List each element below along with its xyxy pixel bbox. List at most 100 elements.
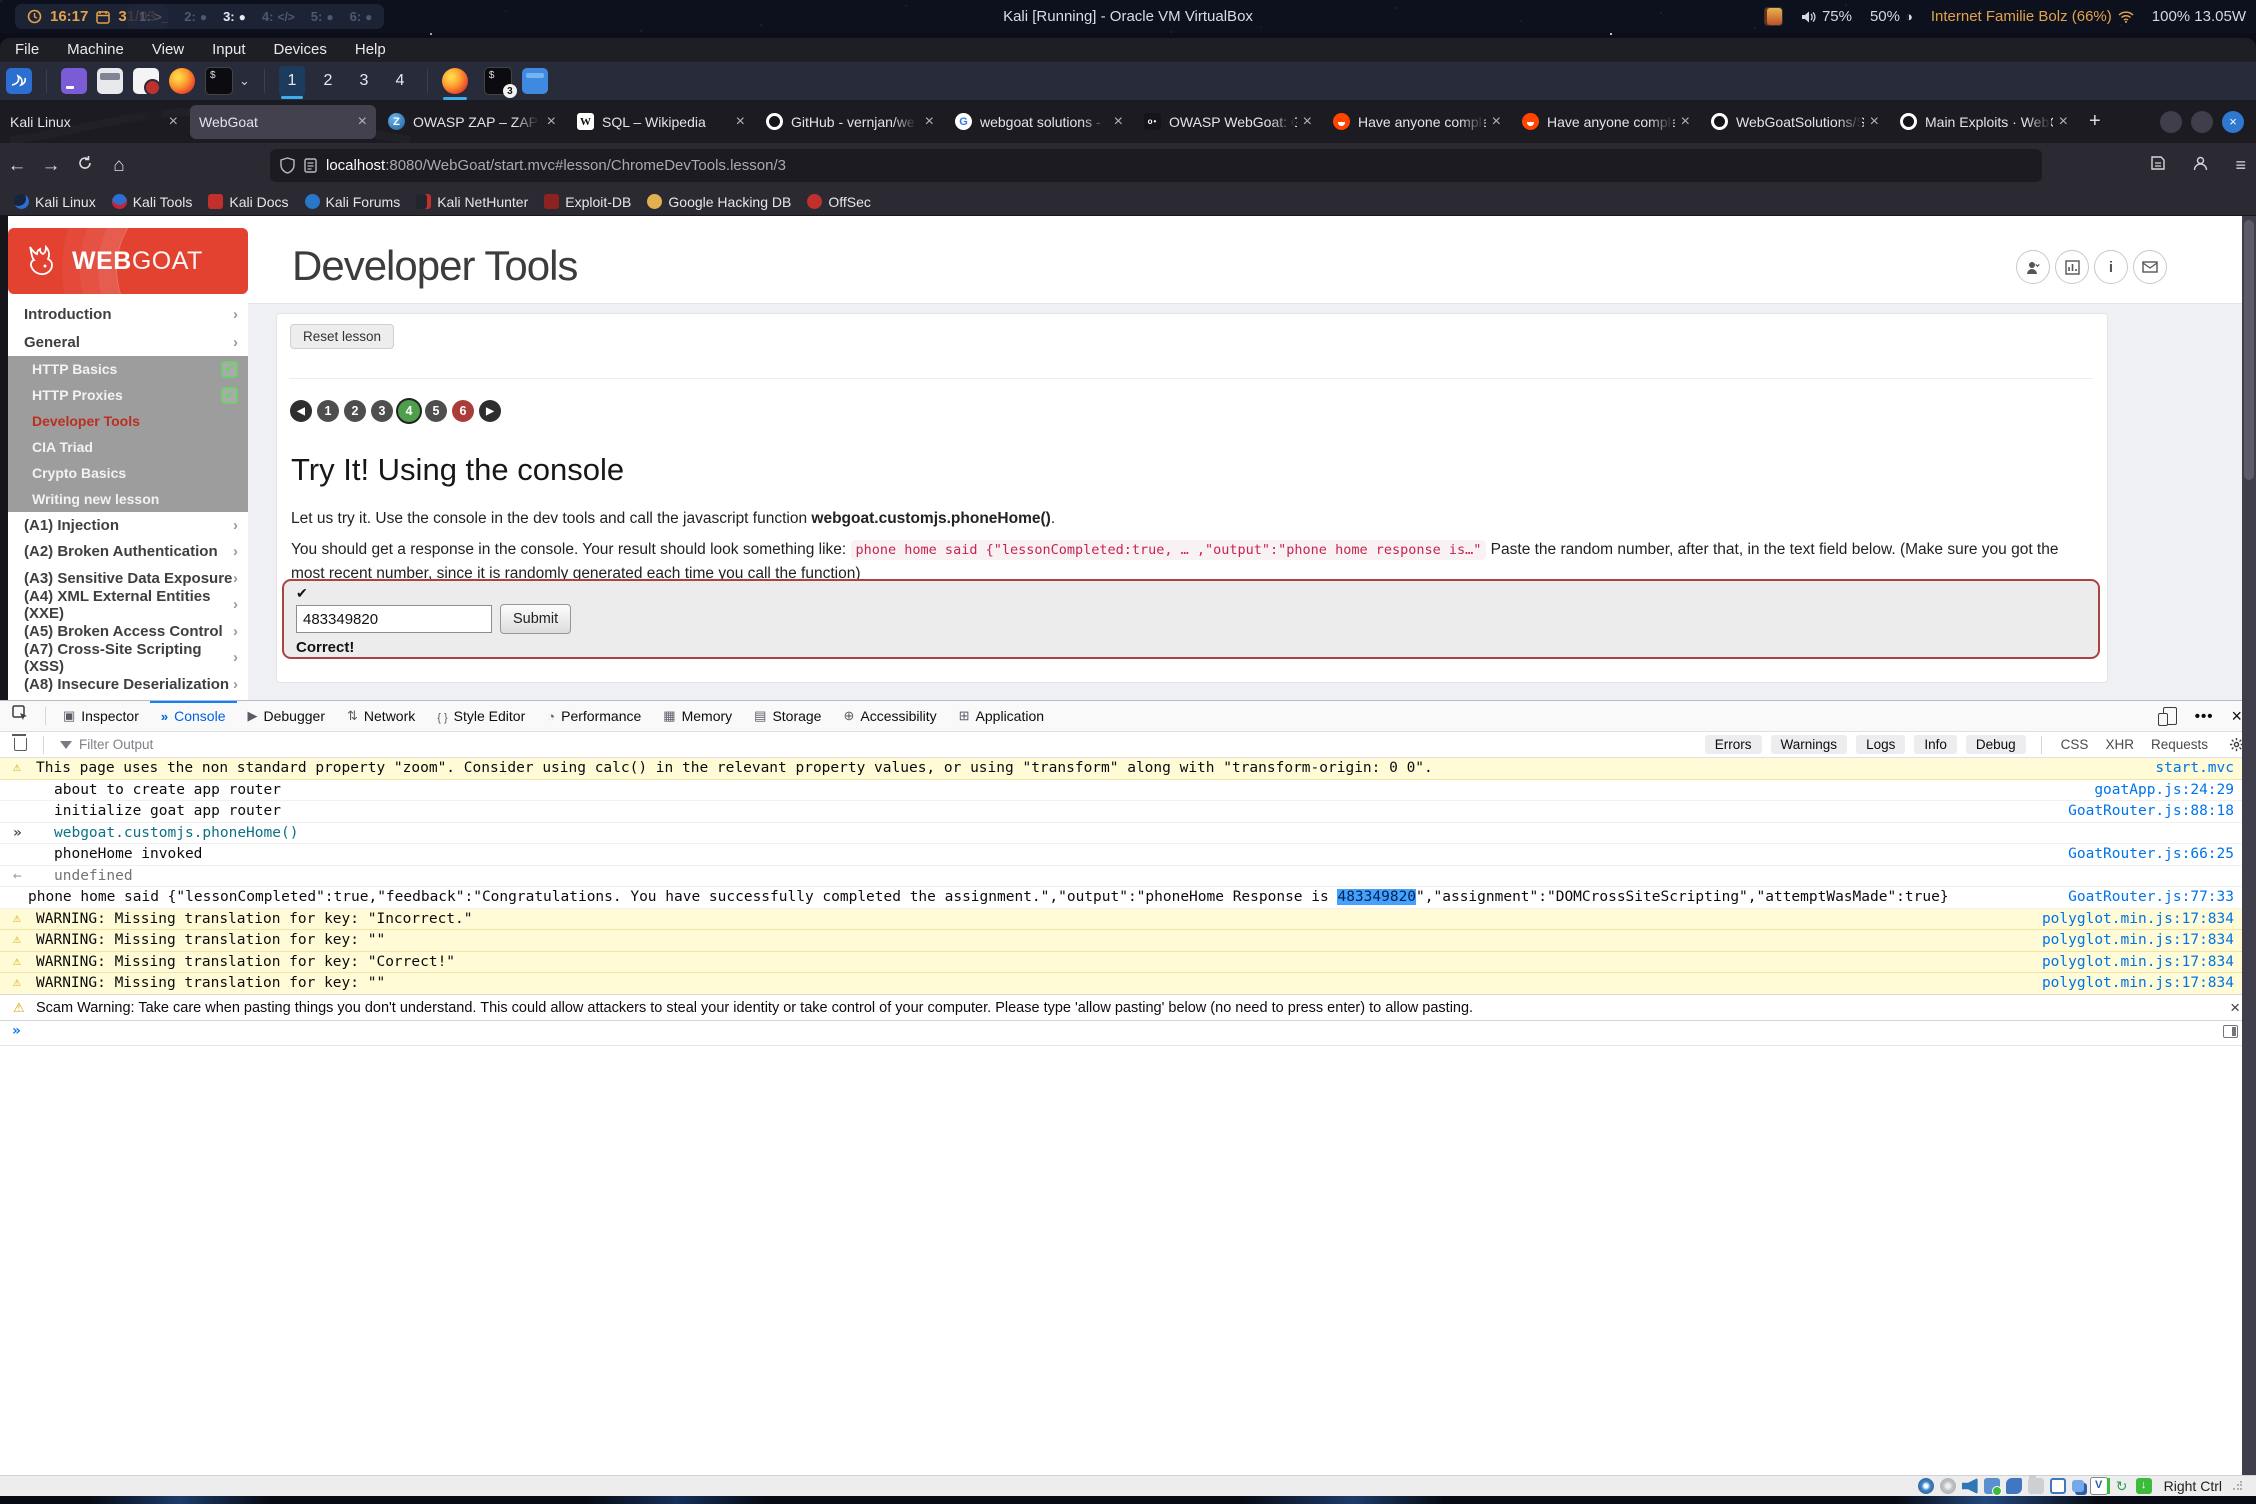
bookmark-google-hacking-db[interactable]: Google Hacking DB <box>647 194 791 210</box>
responsive-design-icon[interactable] <box>2163 707 2177 725</box>
reader-view-icon[interactable] <box>2150 155 2166 176</box>
tab-close-icon[interactable]: × <box>1492 113 1501 131</box>
workspace-6[interactable]: 6:● <box>350 9 373 24</box>
reset-lesson-button[interactable]: Reset lesson <box>290 324 394 349</box>
guest-workspace-4[interactable]: 4 <box>387 66 413 96</box>
filter-css-button[interactable]: CSS <box>2057 735 2093 754</box>
tab-close-icon[interactable]: × <box>925 113 934 131</box>
page-1-button[interactable]: 1 <box>317 400 339 422</box>
sidebar-item-introduction[interactable]: Introduction› <box>8 300 248 328</box>
bookmark-kali-forums[interactable]: Kali Forums <box>305 194 401 210</box>
filter-warnings-button[interactable]: Warnings <box>1771 735 1848 754</box>
sidebar-item-http-basics[interactable]: HTTP Basics✔ <box>8 356 248 382</box>
sidebar-item-a1-injection[interactable]: (A1) Injection› <box>8 512 248 539</box>
chevron-down-icon[interactable]: ⌄ <box>239 73 250 89</box>
sidebar-item-http-proxies[interactable]: HTTP Proxies✔ <box>8 382 248 408</box>
folder-window-icon[interactable] <box>522 68 548 94</box>
menu-help[interactable]: Help <box>341 38 400 62</box>
source-link[interactable]: start.mvc <box>2155 758 2234 779</box>
forward-button[interactable]: → <box>34 155 68 177</box>
filter-logs-button[interactable]: Logs <box>1856 735 1905 754</box>
devtools-tab-inspector[interactable]: Inspector <box>52 701 150 731</box>
random-number-input[interactable] <box>296 605 492 633</box>
close-button[interactable]: × <box>2222 111 2244 133</box>
network-widget[interactable]: Internet Familie Bolz (66%) <box>1931 8 2134 25</box>
workspace-3-active[interactable]: 3:● <box>223 9 246 24</box>
vbox-network-icon[interactable] <box>1984 1478 2000 1494</box>
guest-workspace-3[interactable]: 3 <box>351 66 377 96</box>
page-6-button-failed[interactable]: 6 <box>452 400 474 422</box>
tab-webgoatsolutions[interactable]: WebGoatSolutions/S× <box>1702 105 1888 139</box>
tab-close-icon[interactable]: × <box>736 113 745 131</box>
devtools-tab-network[interactable]: Network <box>336 701 426 731</box>
page-5-button[interactable]: 5 <box>425 400 447 422</box>
element-picker-icon[interactable] <box>12 705 29 727</box>
vbox-usb-icon[interactable] <box>2006 1478 2022 1494</box>
home-button[interactable]: ⌂ <box>102 155 136 177</box>
source-link[interactable]: polyglot.min.js:17:834 <box>2042 973 2234 994</box>
brightness-widget[interactable]: 50% ◑ <box>1870 8 1913 25</box>
contact-button[interactable] <box>2133 250 2167 284</box>
source-link[interactable]: goatApp.js:24:29 <box>2094 780 2234 801</box>
guest-workspace-1[interactable]: 1 <box>279 66 305 96</box>
tab-github-vernjan[interactable]: GitHub - vernjan/we× <box>757 105 943 139</box>
tab-close-icon[interactable]: × <box>1870 113 1879 131</box>
battery-status[interactable]: 100% 13.05W <box>2152 8 2246 25</box>
bookmark-offsec[interactable]: OffSec <box>807 194 871 210</box>
workspace-4[interactable]: 4:</> <box>262 9 295 24</box>
source-link[interactable]: GoatRouter.js:66:25 <box>2068 844 2234 865</box>
source-link[interactable]: GoatRouter.js:77:33 <box>2068 887 2234 908</box>
clear-console-icon[interactable] <box>14 738 27 751</box>
bookmark-kali-linux[interactable]: Kali Linux <box>14 194 96 210</box>
firefox-launcher-icon[interactable] <box>169 68 195 94</box>
vbox-keyboard-capture-icon[interactable]: ↓ <box>2136 1478 2152 1494</box>
vbox-display-icon[interactable] <box>2050 1478 2066 1494</box>
filter-requests-button[interactable]: Requests <box>2147 735 2212 754</box>
url-text[interactable]: localhost:8080/WebGoat/start.mvc#lesson/… <box>326 157 786 174</box>
devtools-close-icon[interactable]: × <box>2231 706 2242 727</box>
devtools-tab-application[interactable]: Application <box>948 701 1055 731</box>
vbox-audio-icon[interactable] <box>1962 1478 1978 1494</box>
user-menu-button[interactable] <box>2016 250 2050 284</box>
firefox-running-icon[interactable] <box>442 68 468 94</box>
text-editor-icon[interactable] <box>133 68 159 94</box>
menu-devices[interactable]: Devices <box>260 38 341 62</box>
sidebar-item-developer-tools-active[interactable]: Developer Tools <box>8 408 248 434</box>
vbox-optical-disc-icon[interactable] <box>1940 1478 1956 1494</box>
sidebar-item-a2-broken-authentication[interactable]: (A2) Broken Authentication› <box>8 539 248 566</box>
bookmark-kali-docs[interactable]: Kali Docs <box>208 194 288 210</box>
report-card-button[interactable] <box>2055 250 2089 284</box>
filter-info-button[interactable]: Info <box>1914 735 1957 754</box>
url-bar[interactable]: localhost:8080/WebGoat/start.mvc#lesson/… <box>270 149 2042 182</box>
workspace-2[interactable]: 2:● <box>184 9 207 24</box>
filter-output-input[interactable]: Filter Output <box>79 737 153 752</box>
devtools-tab-accessibility[interactable]: Accessibility <box>832 701 947 731</box>
submit-button[interactable]: Submit <box>500 604 571 634</box>
tab-sql-wikipedia[interactable]: WSQL – Wikipedia× <box>568 105 754 139</box>
workspace-5[interactable]: 5:● <box>311 9 334 24</box>
file-manager-icon[interactable] <box>97 68 123 94</box>
source-link[interactable]: polyglot.min.js:17:834 <box>2042 952 2234 973</box>
tab-reddit-2[interactable]: Have anyone comple× <box>1513 105 1699 139</box>
page-3-button[interactable]: 3 <box>371 400 393 422</box>
resize-grip[interactable] <box>2232 1481 2242 1491</box>
sidebar-item-a8-insecure-deserialization[interactable]: (A8) Insecure Deserialization› <box>8 671 248 698</box>
about-button[interactable]: i <box>2094 250 2128 284</box>
vbox-harddisk-icon[interactable] <box>1918 1478 1934 1494</box>
vbox-shared-folders-icon[interactable] <box>2028 1478 2044 1494</box>
tab-webgoat-active[interactable]: WebGoat× <box>190 105 376 139</box>
devtools-tab-memory[interactable]: Memory <box>652 701 743 731</box>
minimize-button[interactable] <box>2160 111 2182 133</box>
kali-menu-button[interactable] <box>6 68 32 94</box>
terminal-running-icon[interactable]: 3 <box>484 67 512 95</box>
tab-owasp-zap[interactable]: ZOWASP ZAP – ZAP i× <box>379 105 565 139</box>
sidebar-item-general[interactable]: General› <box>8 328 248 356</box>
tab-close-icon[interactable]: × <box>1681 113 1690 131</box>
page-info-icon[interactable] <box>304 158 317 173</box>
dismiss-scam-warning-icon[interactable]: × <box>2230 995 2240 1021</box>
tab-kali-linux[interactable]: Kali Linux× <box>1 105 187 139</box>
reload-button[interactable] <box>68 155 102 177</box>
bookmark-exploit-db[interactable]: Exploit-DB <box>544 194 631 210</box>
maximize-button[interactable] <box>2191 111 2213 133</box>
tray-indicator-icon[interactable] <box>1764 7 1783 26</box>
